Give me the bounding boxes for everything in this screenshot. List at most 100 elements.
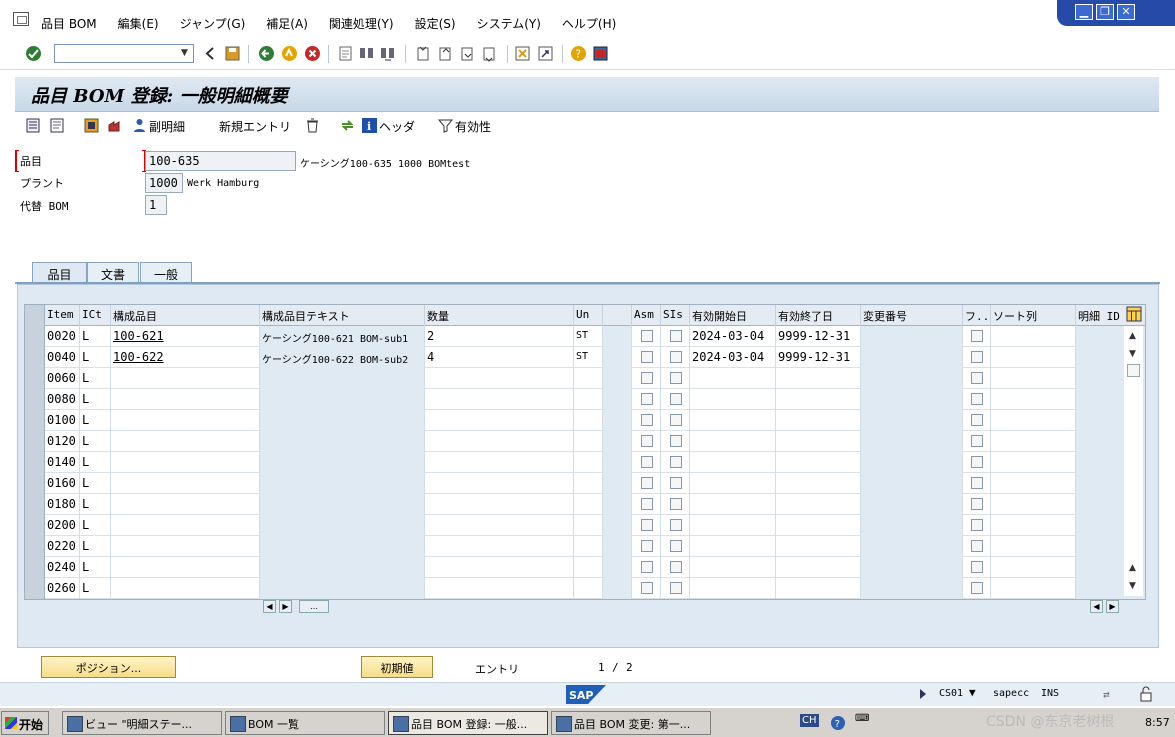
cell-comp[interactable]: 100-622	[111, 347, 260, 368]
row-selector[interactable]	[25, 578, 45, 599]
cell-to[interactable]	[776, 515, 861, 536]
cell-sort[interactable]	[991, 347, 1076, 368]
checkbox[interactable]	[971, 330, 983, 342]
previous-page-icon[interactable]	[437, 45, 454, 62]
cell-b[interactable]	[603, 536, 632, 557]
cell-comp[interactable]	[111, 452, 260, 473]
document-icon[interactable]	[49, 117, 66, 134]
cell-comp[interactable]: 100-621	[111, 326, 260, 347]
first-page-icon[interactable]	[415, 45, 432, 62]
close-icon[interactable]: ✕	[1117, 4, 1135, 20]
checkbox[interactable]	[670, 498, 682, 510]
menu-item-5[interactable]: 設定(S)	[415, 15, 456, 32]
cell-to[interactable]	[776, 410, 861, 431]
cell-chg[interactable]	[861, 368, 963, 389]
cell-sort[interactable]	[991, 557, 1076, 578]
validity-filter-icon[interactable]	[437, 117, 454, 134]
cell-b[interactable]	[603, 452, 632, 473]
row-selector[interactable]	[25, 515, 45, 536]
cell-chg[interactable]	[861, 578, 963, 599]
print-icon[interactable]	[337, 45, 354, 62]
language-indicator[interactable]: CH	[800, 714, 819, 727]
checkbox[interactable]	[641, 330, 653, 342]
cell-from[interactable]	[690, 410, 776, 431]
shortcut-icon[interactable]	[537, 45, 554, 62]
save-icon[interactable]	[224, 45, 241, 62]
command-field[interactable]: ▼	[54, 44, 194, 63]
column-header-assembly[interactable]: Asm	[632, 305, 661, 326]
cell-b[interactable]	[603, 431, 632, 452]
column-header-sis[interactable]: SIs	[661, 305, 690, 326]
validity-button[interactable]: 有効性	[455, 118, 491, 135]
cell-un[interactable]	[574, 452, 603, 473]
cell-un[interactable]	[574, 557, 603, 578]
cell-qty[interactable]	[425, 557, 574, 578]
help-icon[interactable]: ?	[570, 45, 587, 62]
cell-qty[interactable]	[425, 410, 574, 431]
cell-chg[interactable]	[861, 347, 963, 368]
cell-chg[interactable]	[861, 473, 963, 494]
cell-from[interactable]	[690, 431, 776, 452]
checkbox[interactable]	[670, 330, 682, 342]
checkbox[interactable]	[971, 498, 983, 510]
cell-qty[interactable]	[425, 368, 574, 389]
checkbox[interactable]	[971, 351, 983, 363]
cell-sort[interactable]	[991, 368, 1076, 389]
cell-text[interactable]	[260, 515, 425, 536]
cell-qty[interactable]	[425, 536, 574, 557]
cell-chg[interactable]	[861, 410, 963, 431]
row-selector[interactable]	[25, 410, 45, 431]
cell-b[interactable]	[603, 473, 632, 494]
horizontal-scrollbar[interactable]: ◀ ▶ … ◀ ▶	[258, 600, 1138, 615]
cell-un[interactable]	[574, 431, 603, 452]
checkbox[interactable]	[670, 351, 682, 363]
material-field[interactable]: 100-635	[145, 151, 296, 171]
cell-text[interactable]: ケーシング100-622 BOM-sub2	[260, 347, 425, 368]
cell-sort[interactable]	[991, 494, 1076, 515]
last-page-icon[interactable]	[481, 45, 498, 62]
cell-from[interactable]	[690, 515, 776, 536]
scroll-down-icon[interactable]: ▼	[1124, 578, 1141, 594]
cell-b[interactable]	[603, 410, 632, 431]
column-header-sort-string[interactable]: ソート列	[991, 305, 1076, 326]
cell-un[interactable]: ST	[574, 326, 603, 347]
cell-to[interactable]	[776, 494, 861, 515]
scroll-thumb[interactable]: …	[299, 600, 329, 613]
find-icon[interactable]	[358, 45, 375, 62]
layout-menu-icon[interactable]	[592, 45, 609, 62]
start-button[interactable]: 开始	[1, 711, 49, 735]
checkbox[interactable]	[670, 393, 682, 405]
cell-chg[interactable]	[861, 452, 963, 473]
column-header-ict[interactable]: ICt	[80, 305, 111, 326]
scroll-right-icon[interactable]: ▶	[1106, 600, 1119, 613]
cell-comp[interactable]	[111, 410, 260, 431]
cell-text[interactable]	[260, 473, 425, 494]
display-change-icon[interactable]	[25, 117, 42, 134]
row-selector[interactable]	[25, 389, 45, 410]
menu-item-0[interactable]: 品目 BOM	[41, 15, 97, 32]
tab-document[interactable]: 文書	[87, 262, 139, 284]
expand-status-icon[interactable]	[918, 688, 928, 700]
checkbox[interactable]	[670, 540, 682, 552]
cell-sort[interactable]	[991, 578, 1076, 599]
new-session-icon[interactable]	[514, 45, 531, 62]
cell-text[interactable]	[260, 452, 425, 473]
cell-chg[interactable]	[861, 515, 963, 536]
cell-from[interactable]	[690, 494, 776, 515]
checkbox[interactable]	[971, 435, 983, 447]
cell-comp[interactable]	[111, 473, 260, 494]
cell-to[interactable]: 9999-12-31	[776, 326, 861, 347]
next-page-icon[interactable]	[459, 45, 476, 62]
cell-b[interactable]	[603, 578, 632, 599]
cell-to[interactable]	[776, 431, 861, 452]
checkbox[interactable]	[670, 372, 682, 384]
cell-comp[interactable]	[111, 389, 260, 410]
menu-item-6[interactable]: システム(Y)	[477, 15, 541, 32]
cell-sort[interactable]	[991, 389, 1076, 410]
column-settings-icon[interactable]	[1126, 306, 1142, 322]
cell-un[interactable]	[574, 410, 603, 431]
cell-un[interactable]	[574, 578, 603, 599]
task-button[interactable]: 品目 BOM 変更: 第一...	[551, 711, 711, 735]
tab-general[interactable]: 一般	[140, 262, 192, 284]
column-header-unit[interactable]: Un	[574, 305, 603, 326]
